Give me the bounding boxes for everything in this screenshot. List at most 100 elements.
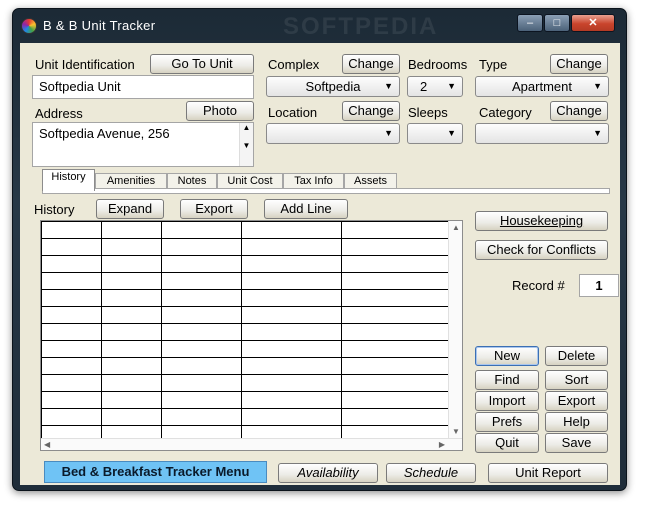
table-cell[interactable]	[161, 357, 242, 375]
table-cell[interactable]	[161, 391, 242, 409]
table-cell[interactable]	[341, 255, 450, 273]
table-row[interactable]	[41, 289, 450, 307]
type-change-button[interactable]: Change	[550, 54, 608, 74]
category-change-button[interactable]: Change	[550, 101, 608, 121]
category-select[interactable]: ▼	[475, 123, 609, 144]
table-cell[interactable]	[41, 357, 102, 375]
table-cell[interactable]	[241, 340, 342, 358]
grid-horizontal-scrollbar[interactable]: ◀ ▶	[41, 438, 462, 450]
table-cell[interactable]	[101, 255, 162, 273]
location-change-button[interactable]: Change	[342, 101, 400, 121]
table-cell[interactable]	[41, 272, 102, 290]
table-cell[interactable]	[101, 221, 162, 239]
table-cell[interactable]	[161, 408, 242, 426]
table-cell[interactable]	[241, 323, 342, 341]
bedrooms-select[interactable]: 2 ▼	[407, 76, 463, 97]
table-row[interactable]	[41, 255, 450, 273]
sort-button[interactable]: Sort	[545, 370, 608, 390]
table-row[interactable]	[41, 272, 450, 290]
table-cell[interactable]	[101, 408, 162, 426]
table-cell[interactable]	[161, 374, 242, 392]
table-cell[interactable]	[101, 238, 162, 256]
add-line-button[interactable]: Add Line	[264, 199, 348, 219]
table-cell[interactable]	[101, 391, 162, 409]
tab-history[interactable]: History	[42, 169, 95, 191]
table-cell[interactable]	[341, 306, 450, 324]
check-conflicts-button[interactable]: Check for Conflicts	[475, 240, 608, 260]
table-cell[interactable]	[241, 408, 342, 426]
table-cell[interactable]	[161, 272, 242, 290]
table-cell[interactable]	[161, 255, 242, 273]
table-row[interactable]	[41, 340, 450, 358]
title-bar[interactable]: B & B Unit Tracker SOFTPEDIA – □ ✕	[13, 9, 626, 43]
table-cell[interactable]	[161, 306, 242, 324]
table-cell[interactable]	[161, 340, 242, 358]
table-cell[interactable]	[161, 323, 242, 341]
find-button[interactable]: Find	[475, 370, 539, 390]
sleeps-select[interactable]: ▼	[407, 123, 463, 144]
delete-button[interactable]: Delete	[545, 346, 608, 366]
unit-id-field[interactable]: Softpedia Unit	[32, 75, 254, 99]
table-cell[interactable]	[341, 374, 450, 392]
table-cell[interactable]	[41, 374, 102, 392]
tracker-menu-button[interactable]: Bed & Breakfast Tracker Menu	[44, 461, 267, 483]
new-button[interactable]: New	[475, 346, 539, 366]
table-cell[interactable]	[41, 289, 102, 307]
table-cell[interactable]	[41, 306, 102, 324]
table-cell[interactable]	[341, 272, 450, 290]
history-grid[interactable]: ▲ ▼ ◀ ▶	[40, 220, 463, 451]
table-cell[interactable]	[241, 221, 342, 239]
help-button[interactable]: Help	[545, 412, 608, 432]
table-cell[interactable]	[341, 391, 450, 409]
close-button[interactable]: ✕	[571, 14, 615, 32]
table-cell[interactable]	[341, 340, 450, 358]
table-cell[interactable]	[41, 408, 102, 426]
table-cell[interactable]	[241, 238, 342, 256]
table-cell[interactable]	[341, 221, 450, 239]
table-row[interactable]	[41, 374, 450, 392]
table-cell[interactable]	[41, 323, 102, 341]
address-scrollbar[interactable]: ▲ ▼	[239, 123, 253, 166]
export-button[interactable]: Export	[545, 391, 608, 411]
table-cell[interactable]	[341, 323, 450, 341]
table-row[interactable]	[41, 357, 450, 375]
table-cell[interactable]	[341, 357, 450, 375]
scroll-left-icon[interactable]: ◀	[44, 440, 50, 449]
table-cell[interactable]	[41, 340, 102, 358]
table-cell[interactable]	[241, 272, 342, 290]
photo-button[interactable]: Photo	[186, 101, 254, 121]
location-select[interactable]: ▼	[266, 123, 400, 144]
table-cell[interactable]	[161, 238, 242, 256]
table-cell[interactable]	[41, 391, 102, 409]
scroll-up-icon[interactable]: ▲	[452, 223, 460, 232]
unit-report-button[interactable]: Unit Report	[488, 463, 608, 483]
complex-change-button[interactable]: Change	[342, 54, 400, 74]
record-number-field[interactable]: 1	[579, 274, 619, 297]
table-cell[interactable]	[341, 408, 450, 426]
table-row[interactable]	[41, 221, 450, 239]
minimize-button[interactable]: –	[517, 14, 543, 32]
table-cell[interactable]	[101, 323, 162, 341]
table-cell[interactable]	[161, 289, 242, 307]
schedule-button[interactable]: Schedule	[386, 463, 476, 483]
table-cell[interactable]	[101, 272, 162, 290]
grid-vertical-scrollbar[interactable]: ▲ ▼	[448, 221, 462, 450]
table-cell[interactable]	[241, 306, 342, 324]
table-cell[interactable]	[101, 374, 162, 392]
table-cell[interactable]	[41, 221, 102, 239]
table-cell[interactable]	[341, 289, 450, 307]
import-button[interactable]: Import	[475, 391, 539, 411]
table-row[interactable]	[41, 408, 450, 426]
table-row[interactable]	[41, 323, 450, 341]
quit-button[interactable]: Quit	[475, 433, 539, 453]
table-cell[interactable]	[341, 238, 450, 256]
table-cell[interactable]	[241, 391, 342, 409]
table-cell[interactable]	[241, 289, 342, 307]
table-cell[interactable]	[241, 357, 342, 375]
table-cell[interactable]	[41, 255, 102, 273]
table-cell[interactable]	[241, 374, 342, 392]
table-cell[interactable]	[41, 238, 102, 256]
save-button[interactable]: Save	[545, 433, 608, 453]
table-cell[interactable]	[161, 221, 242, 239]
address-field[interactable]: Softpedia Avenue, 256 ▲ ▼	[32, 122, 254, 167]
